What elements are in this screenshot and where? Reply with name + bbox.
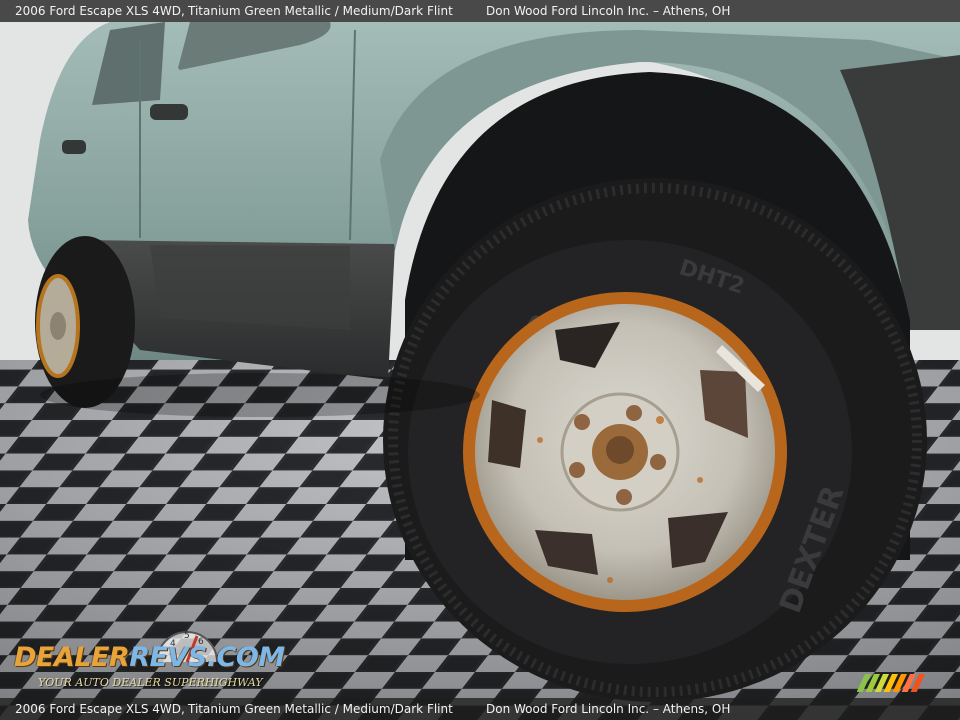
bottom-caption-bar: 2006 Ford Escape XLS 4WD, Titanium Green… (0, 698, 960, 720)
watermark-logo-text: DEALERREVS.COM (14, 642, 285, 673)
vehicle-color-footer: Titanium Green Metallic / Medium/Dark Fl… (188, 702, 453, 716)
vehicle-name: 2006 Ford Escape XLS 4WD, (15, 4, 185, 18)
svg-text:5: 5 (184, 631, 190, 641)
vehicle-name-footer: 2006 Ford Escape XLS 4WD, (15, 702, 185, 716)
dealer-name: Don Wood Ford Lincoln Inc. – Athens, OH (486, 4, 731, 18)
dealer-name-footer: Don Wood Ford Lincoln Inc. – Athens, OH (486, 702, 731, 716)
vehicle-color: Titanium Green Metallic / Medium/Dark Fl… (188, 4, 453, 18)
photo-viewer: 2006 Ford Escape XLS 4WD, Titanium Green… (0, 0, 960, 720)
rear-door-handle (62, 140, 86, 154)
car-shadow (40, 373, 480, 417)
color-stripes-logo (857, 674, 925, 692)
top-caption-bar: 2006 Ford Escape XLS 4WD, Titanium Green… (0, 0, 960, 22)
watermark-suffix: .COM (206, 642, 285, 673)
front-door-handle (150, 104, 188, 120)
watermark-revs: REVS (129, 642, 207, 673)
watermark-tagline: YOUR AUTO DEALER SUPERHIGHWAY (38, 676, 263, 689)
watermark-dealer: DEALER (14, 642, 130, 673)
dealerrevs-watermark: 4 5 6 DEALERREVS.COM YOUR AUTO DEALER SU… (12, 622, 285, 694)
vehicle-photo: DEXTER DHT2 DEXTER (0, 0, 960, 720)
front-wheel-rim (463, 292, 787, 612)
